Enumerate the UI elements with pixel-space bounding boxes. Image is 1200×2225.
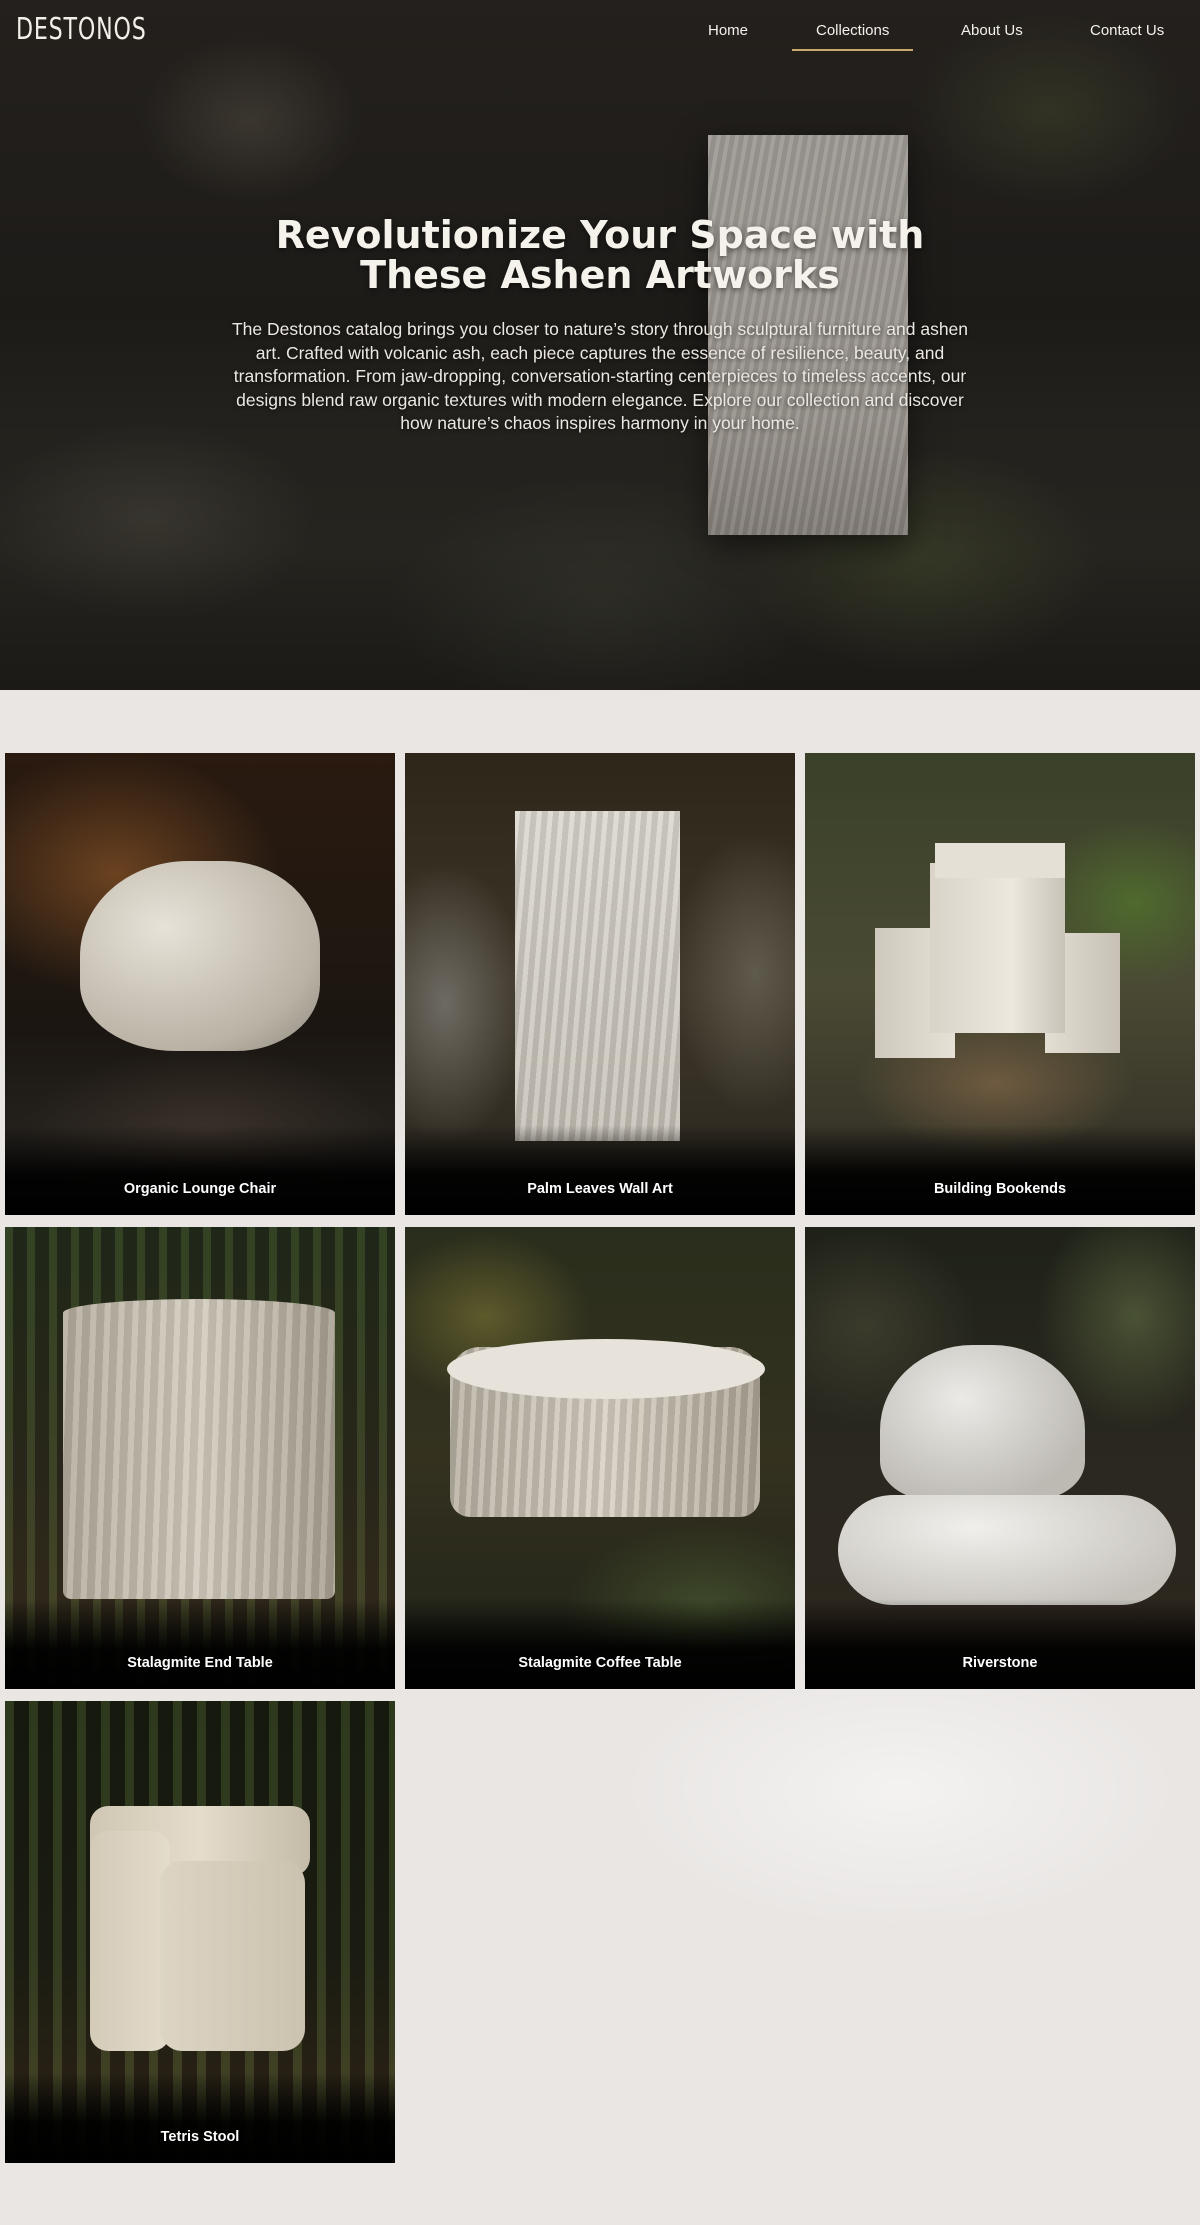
hero-title: Revolutionize Your Space with These Ashe… (250, 215, 950, 295)
brand-logo[interactable]: DESTONOS (16, 12, 147, 47)
product-name: Building Bookends (933, 1181, 1067, 1197)
hero-description: The Destonos catalog brings you closer t… (231, 319, 969, 433)
hero-title-line2: These Ashen Artworks (360, 253, 840, 297)
product-name: Palm Leaves Wall Art (527, 1181, 673, 1197)
product-grid: Organic Lounge Chair Palm Leaves Wall Ar… (0, 690, 1200, 2225)
nav-about-us[interactable]: About Us (961, 22, 1023, 39)
product-name: Stalagmite End Table (127, 1655, 273, 1671)
product-card-stalagmite-coffee-table[interactable]: Stalagmite Coffee Table (405, 1227, 795, 1689)
hero-title-line1: Revolutionize Your Space with (275, 213, 925, 257)
product-card-tetris-stool[interactable]: Tetris Stool (5, 1701, 395, 2163)
product-card-organic-lounge-chair[interactable]: Organic Lounge Chair (5, 753, 395, 1215)
nav-home[interactable]: Home (708, 22, 748, 39)
nav-contact-us[interactable]: Contact Us (1090, 22, 1164, 39)
product-name: Tetris Stool (160, 2129, 240, 2145)
product-name: Riverstone (962, 1655, 1038, 1671)
product-card-building-bookends[interactable]: Building Bookends (805, 753, 1195, 1215)
product-card-riverstone[interactable]: Riverstone (805, 1227, 1195, 1689)
product-card-palm-leaves-wall-art[interactable]: Palm Leaves Wall Art (405, 753, 795, 1215)
nav-collections[interactable]: Collections (791, 22, 914, 51)
product-name: Organic Lounge Chair (123, 1181, 277, 1197)
top-navigation: DESTONOS Home Collections About Us Conta… (0, 0, 1200, 64)
product-name: Stalagmite Coffee Table (518, 1655, 682, 1671)
product-card-stalagmite-end-table[interactable]: Stalagmite End Table (5, 1227, 395, 1689)
